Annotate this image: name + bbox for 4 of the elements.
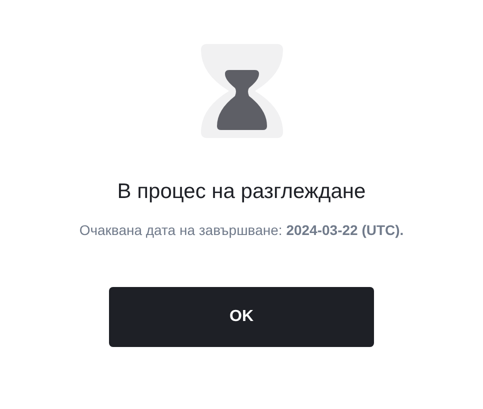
ok-button[interactable]: OK: [109, 286, 374, 346]
hourglass-icon: [200, 44, 282, 138]
expected-date-text: Очаквана дата на завършване: 2024-03-22 (UTC).: [79, 220, 404, 240]
status-title: В процес на разглеждане: [117, 179, 366, 205]
